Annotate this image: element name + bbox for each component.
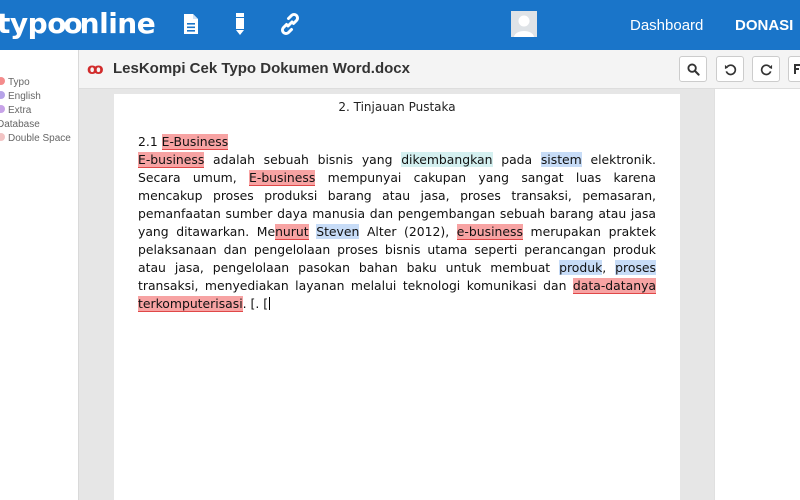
double-space-dot-icon — [0, 133, 5, 142]
redo-button[interactable] — [752, 56, 780, 82]
more-button[interactable] — [788, 56, 800, 82]
logo-text-part: typ — [0, 7, 48, 40]
english-highlight[interactable]: Steven — [316, 224, 360, 239]
typo-highlight[interactable]: terkomputerisasi — [138, 296, 243, 312]
editor-canvas: 2. Tinjauan Pustaka 2.1 E-Business E-bus… — [79, 89, 714, 500]
legend-label: Database — [0, 119, 40, 130]
section-title-typo[interactable]: E-Business — [161, 134, 229, 150]
typo-highlight[interactable]: nurut — [275, 224, 309, 240]
typo-highlight[interactable]: e-business — [456, 224, 523, 240]
typo-highlight[interactable]: data-datanya — [572, 278, 656, 294]
extra-dot-icon — [0, 105, 5, 114]
logo-text-part: oo — [47, 7, 83, 40]
document-title: LesKompi Cek Typo Dokumen Word.docx — [113, 60, 410, 77]
paragraph-text: . [. [ — [242, 296, 269, 311]
top-navigation-bar: typoonline Dashboard DONASI — [0, 0, 800, 50]
document-page[interactable]: 2. Tinjauan Pustaka 2.1 E-Business E-bus… — [114, 94, 680, 500]
legend-sidebar: Typo English Extra Database Double Space — [0, 50, 79, 500]
legend-item-double-space: Double Space — [0, 132, 71, 146]
extra-highlight[interactable]: dikembangkan — [401, 152, 493, 167]
logo-text-part: nline — [79, 7, 156, 40]
paragraph-text: transaksi, menyediakan layanan melalui t… — [138, 278, 573, 293]
undo-button[interactable] — [716, 56, 744, 82]
undo-icon — [724, 63, 736, 75]
typoonline-logo[interactable]: typoonline — [0, 7, 156, 41]
english-highlight[interactable]: produk — [559, 260, 603, 275]
right-side-panel — [714, 89, 800, 500]
search-icon — [686, 62, 700, 76]
paragraph-text: adalah sebuah bisnis yang — [204, 152, 402, 167]
document-header: ꝏ LesKompi Cek Typo Dokumen Word.docx — [79, 50, 800, 89]
user-avatar[interactable] — [511, 11, 537, 37]
link-icon[interactable] — [277, 11, 303, 37]
typo-marker-icon: ꝏ — [87, 60, 104, 78]
document-icon[interactable] — [178, 11, 204, 37]
document-heading: 2. Tinjauan Pustaka — [338, 100, 456, 114]
paragraph-text: , — [602, 260, 616, 275]
redo-icon — [760, 63, 772, 75]
legend-label: Extra — [8, 105, 32, 116]
nav-dashboard-link[interactable]: Dashboard — [630, 17, 703, 35]
document-paragraph[interactable]: E-business adalah sebuah bisnis yang dik… — [138, 151, 656, 313]
section-heading: 2.1 E-Business — [138, 134, 229, 150]
text-cursor — [269, 297, 271, 310]
legend-item-database: Database — [0, 118, 40, 132]
english-dot-icon — [0, 91, 5, 100]
english-highlight[interactable]: proses — [615, 260, 656, 275]
typo-dot-icon — [0, 77, 5, 86]
legend-label: English — [8, 91, 41, 102]
legend-item-english: English — [0, 90, 41, 104]
nav-donasi-link[interactable]: DONASI — [735, 17, 793, 35]
english-highlight[interactable]: sistem — [540, 152, 582, 167]
legend-item-extra: Extra — [0, 104, 31, 118]
typo-highlight[interactable]: E-business — [249, 170, 316, 186]
search-button[interactable] — [679, 56, 707, 82]
paragraph-text: Alter (2012), — [359, 224, 457, 239]
paragraph-text: pada — [492, 152, 541, 167]
legend-label: Double Space — [8, 133, 71, 144]
legend-label: Typo — [8, 77, 30, 88]
pencil-icon[interactable] — [227, 11, 253, 37]
section-number: 2.1 — [138, 134, 162, 149]
more-icon — [793, 64, 800, 74]
legend-item-typo: Typo — [0, 76, 30, 90]
typo-highlight[interactable]: E-business — [138, 152, 205, 168]
